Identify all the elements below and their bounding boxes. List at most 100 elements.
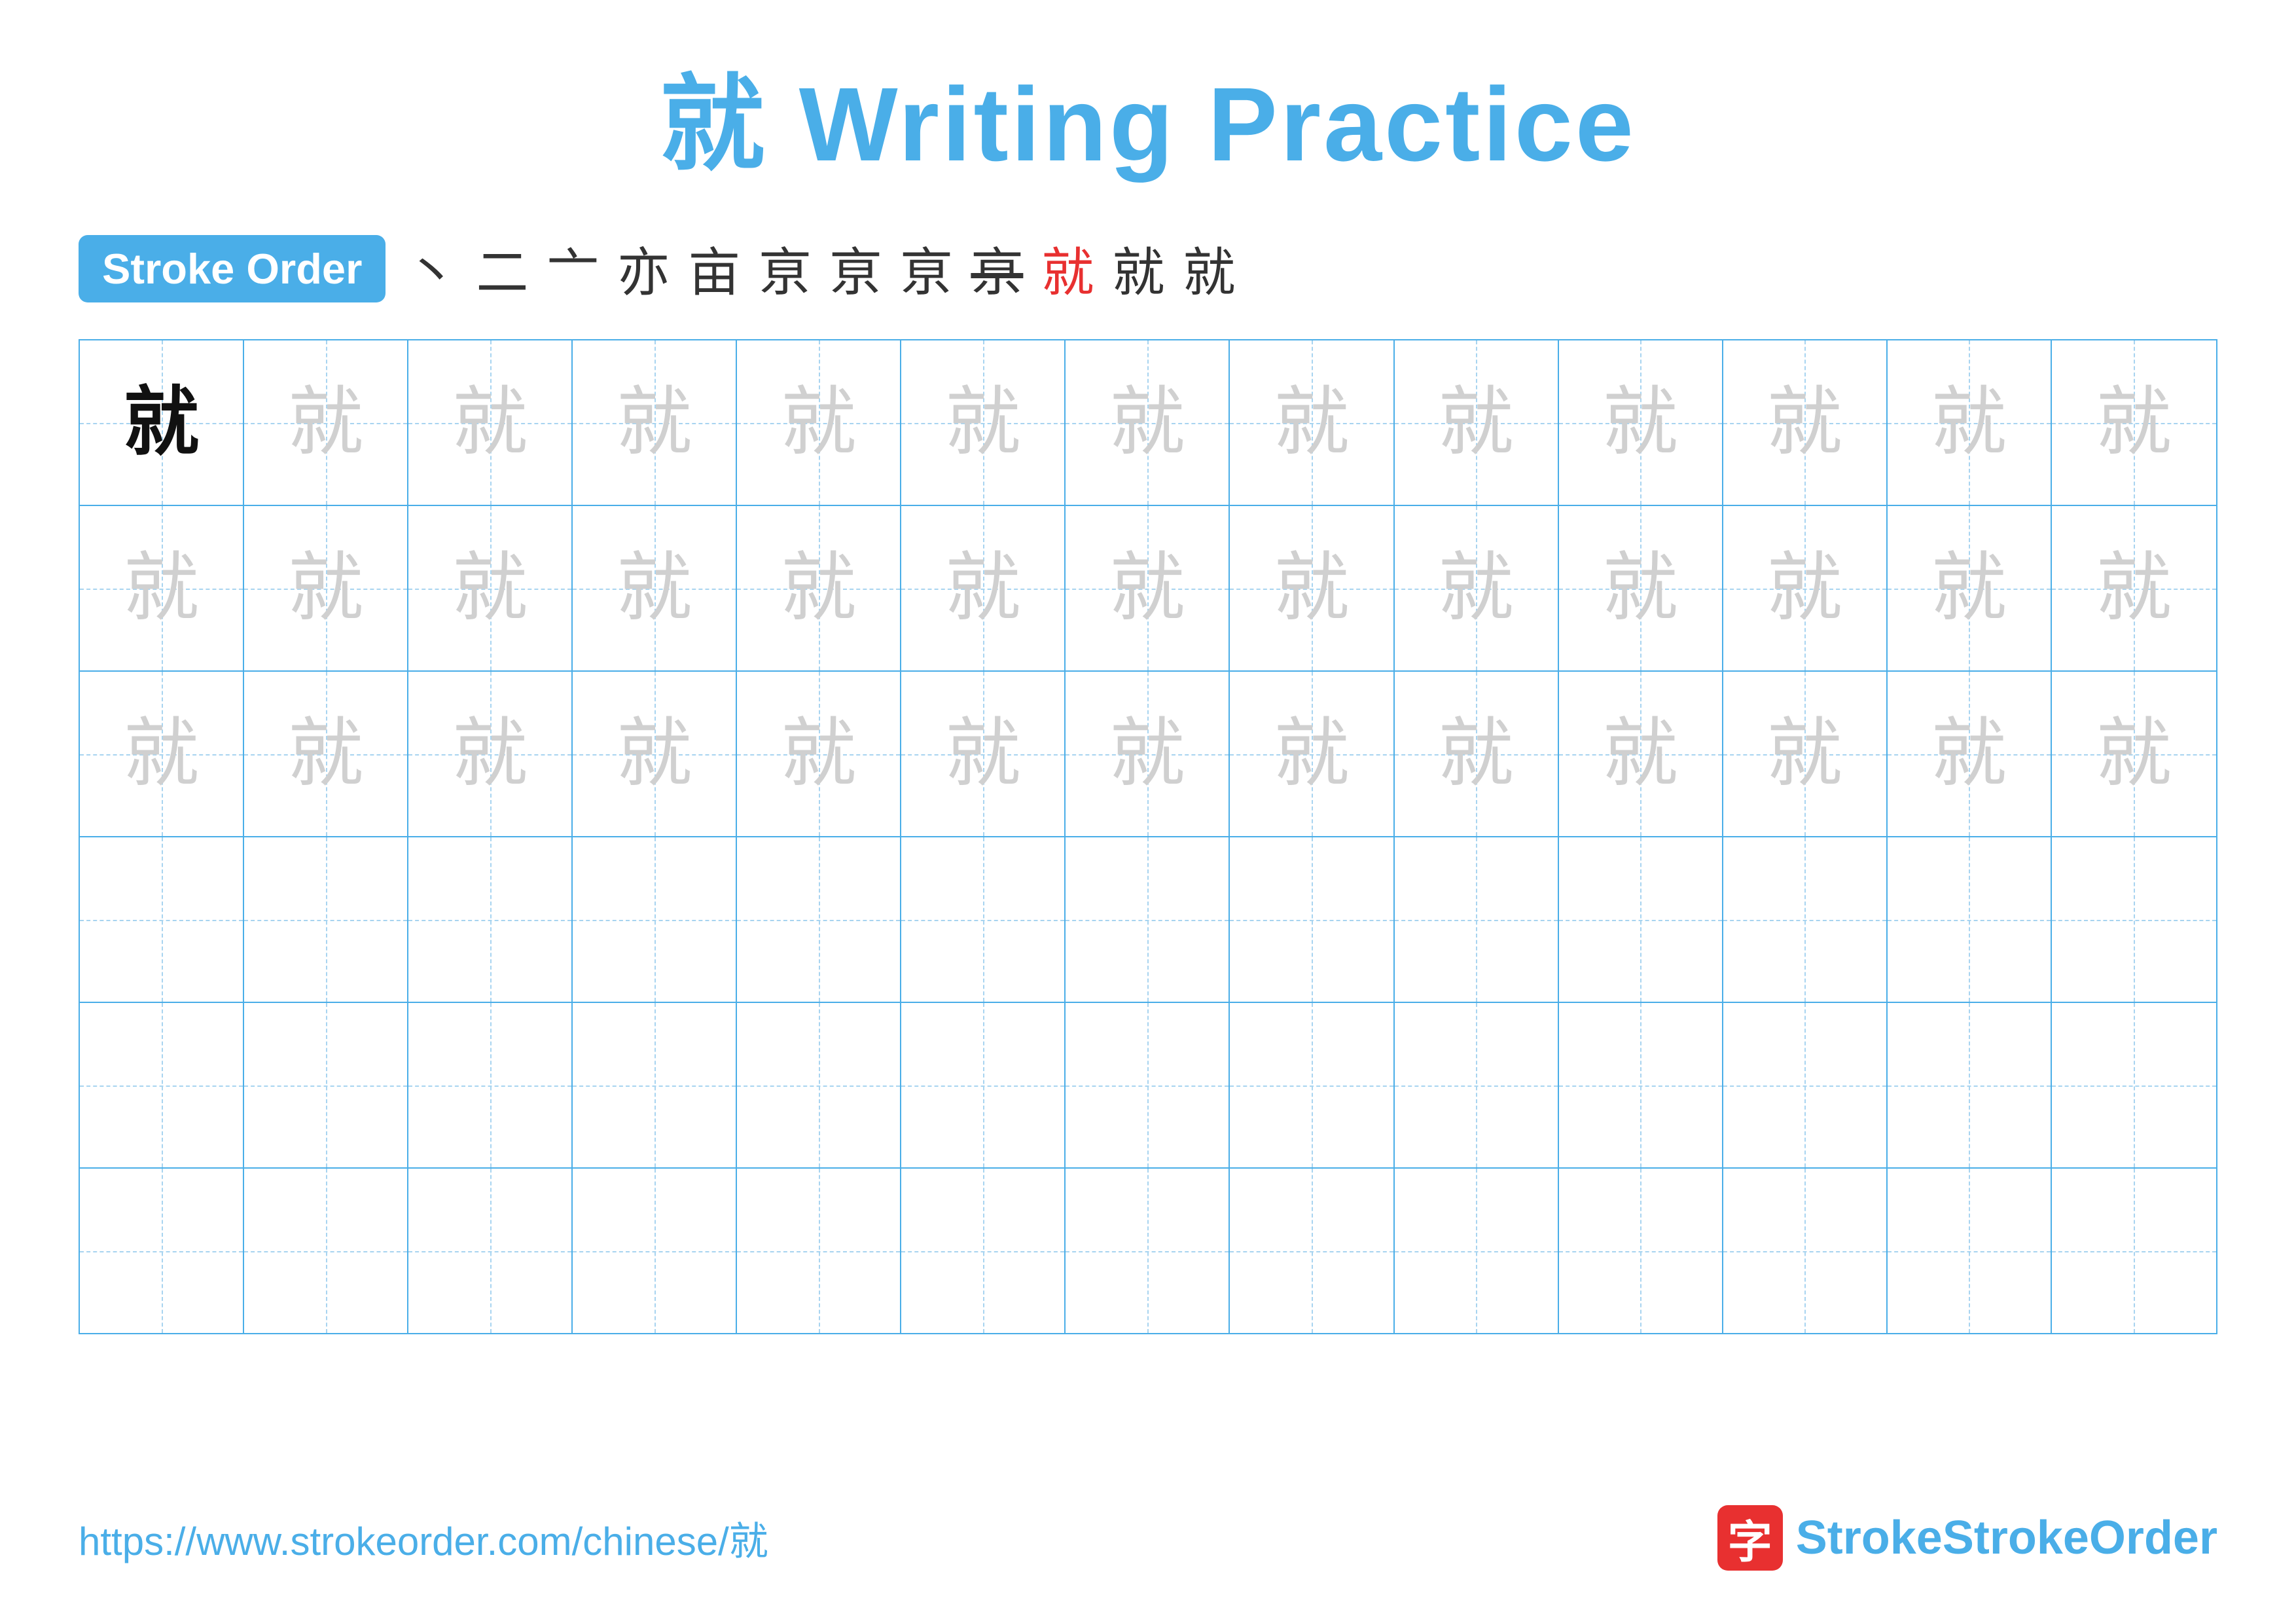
grid-cell-6-13[interactable] (2052, 1169, 2216, 1333)
footer-url[interactable]: https://www.strokeorder.com/chinese/就 (79, 1510, 768, 1567)
grid-cell-3-12[interactable]: 就 (1888, 672, 2052, 836)
stroke-10: 就 (1041, 230, 1094, 306)
strokeorder-logo-icon: 字 (1717, 1505, 1783, 1571)
grid-cell-3-5[interactable]: 就 (737, 672, 901, 836)
grid-cell-5-4[interactable] (573, 1003, 737, 1167)
grid-cell-2-1[interactable]: 就 (80, 506, 244, 670)
grid-cell-4-4[interactable] (573, 837, 737, 1002)
grid-cell-6-6[interactable] (901, 1169, 1066, 1333)
grid-cell-5-10[interactable] (1559, 1003, 1723, 1167)
grid-cell-4-12[interactable] (1888, 837, 2052, 1002)
footer: https://www.strokeorder.com/chinese/就 字 … (79, 1505, 2217, 1571)
grid-cell-4-6[interactable] (901, 837, 1066, 1002)
grid-cell-3-9[interactable]: 就 (1395, 672, 1559, 836)
grid-cell-6-12[interactable] (1888, 1169, 2052, 1333)
grid-cell-3-4[interactable]: 就 (573, 672, 737, 836)
grid-cell-3-6[interactable]: 就 (901, 672, 1066, 836)
grid-cell-5-2[interactable] (244, 1003, 408, 1167)
grid-cell-4-10[interactable] (1559, 837, 1723, 1002)
grid-row-3: 就 就 就 就 就 就 就 就 就 就 就 就 就 (80, 672, 2216, 837)
grid-cell-6-10[interactable] (1559, 1169, 1723, 1333)
grid-cell-5-7[interactable] (1066, 1003, 1230, 1167)
grid-cell-6-1[interactable] (80, 1169, 244, 1333)
grid-cell-6-8[interactable] (1230, 1169, 1394, 1333)
grid-cell-2-8[interactable]: 就 (1230, 506, 1394, 670)
grid-cell-2-5[interactable]: 就 (737, 506, 901, 670)
grid-cell-1-10[interactable]: 就 (1559, 340, 1723, 505)
grid-cell-4-3[interactable] (408, 837, 573, 1002)
grid-cell-6-5[interactable] (737, 1169, 901, 1333)
grid-cell-2-13[interactable]: 就 (2052, 506, 2216, 670)
grid-row-4 (80, 837, 2216, 1003)
grid-cell-2-7[interactable]: 就 (1066, 506, 1230, 670)
grid-row-2: 就 就 就 就 就 就 就 就 就 就 就 就 就 (80, 506, 2216, 672)
grid-cell-1-4[interactable]: 就 (573, 340, 737, 505)
grid-cell-1-11[interactable]: 就 (1723, 340, 1888, 505)
stroke-8: 亰 (900, 230, 952, 306)
grid-cell-2-6[interactable]: 就 (901, 506, 1066, 670)
grid-cell-1-1[interactable]: 就 (80, 340, 244, 505)
grid-cell-6-7[interactable] (1066, 1169, 1230, 1333)
grid-cell-5-13[interactable] (2052, 1003, 2216, 1167)
grid-cell-6-11[interactable] (1723, 1169, 1888, 1333)
grid-cell-1-12[interactable]: 就 (1888, 340, 2052, 505)
grid-cell-1-7[interactable]: 就 (1066, 340, 1230, 505)
grid-cell-4-1[interactable] (80, 837, 244, 1002)
stroke-3: 亠 (547, 230, 599, 306)
grid-cell-5-6[interactable] (901, 1003, 1066, 1167)
grid-cell-5-12[interactable] (1888, 1003, 2052, 1167)
grid-cell-3-13[interactable]: 就 (2052, 672, 2216, 836)
grid-cell-2-2[interactable]: 就 (244, 506, 408, 670)
grid-cell-6-3[interactable] (408, 1169, 573, 1333)
grid-cell-3-10[interactable]: 就 (1559, 672, 1723, 836)
stroke-12: 就 (1183, 230, 1235, 306)
grid-cell-5-8[interactable] (1230, 1003, 1394, 1167)
grid-cell-4-9[interactable] (1395, 837, 1559, 1002)
grid-cell-6-9[interactable] (1395, 1169, 1559, 1333)
grid-cell-5-3[interactable] (408, 1003, 573, 1167)
strokeorder-logo-text: StrokeStrokeOrder (1796, 1511, 2217, 1565)
stroke-order-badge: Stroke Order (79, 235, 386, 302)
grid-cell-1-9[interactable]: 就 (1395, 340, 1559, 505)
grid-cell-6-4[interactable] (573, 1169, 737, 1333)
stroke-1: 丶 (405, 230, 457, 306)
grid-cell-4-13[interactable] (2052, 837, 2216, 1002)
grid-cell-3-3[interactable]: 就 (408, 672, 573, 836)
grid-cell-2-9[interactable]: 就 (1395, 506, 1559, 670)
page-title: 就 Writing Practice (79, 39, 2217, 191)
grid-cell-1-5[interactable]: 就 (737, 340, 901, 505)
grid-cell-5-11[interactable] (1723, 1003, 1888, 1167)
stroke-4: 亦 (617, 230, 670, 306)
grid-cell-4-8[interactable] (1230, 837, 1394, 1002)
grid-cell-3-11[interactable]: 就 (1723, 672, 1888, 836)
grid-cell-4-5[interactable] (737, 837, 901, 1002)
grid-row-5 (80, 1003, 2216, 1169)
grid-cell-3-7[interactable]: 就 (1066, 672, 1230, 836)
grid-cell-4-11[interactable] (1723, 837, 1888, 1002)
grid-cell-1-6[interactable]: 就 (901, 340, 1066, 505)
grid-cell-2-4[interactable]: 就 (573, 506, 737, 670)
grid-cell-1-13[interactable]: 就 (2052, 340, 2216, 505)
grid-cell-2-11[interactable]: 就 (1723, 506, 1888, 670)
grid-cell-1-2[interactable]: 就 (244, 340, 408, 505)
grid-cell-1-3[interactable]: 就 (408, 340, 573, 505)
grid-cell-5-5[interactable] (737, 1003, 901, 1167)
stroke-7: 亰 (829, 230, 882, 306)
grid-cell-3-1[interactable]: 就 (80, 672, 244, 836)
stroke-11: 就 (1112, 230, 1164, 306)
grid-cell-6-2[interactable] (244, 1169, 408, 1333)
grid-row-1: 就 就 就 就 就 就 就 就 就 就 就 就 就 (80, 340, 2216, 506)
writing-grid: 就 就 就 就 就 就 就 就 就 就 就 就 就 就 就 就 就 就 就 就 … (79, 339, 2217, 1334)
grid-cell-1-8[interactable]: 就 (1230, 340, 1394, 505)
grid-cell-2-10[interactable]: 就 (1559, 506, 1723, 670)
grid-cell-3-2[interactable]: 就 (244, 672, 408, 836)
grid-cell-4-7[interactable] (1066, 837, 1230, 1002)
grid-cell-5-1[interactable] (80, 1003, 244, 1167)
stroke-6: 亰 (759, 230, 811, 306)
grid-cell-5-9[interactable] (1395, 1003, 1559, 1167)
grid-cell-3-8[interactable]: 就 (1230, 672, 1394, 836)
stroke-5: 亩 (688, 230, 740, 306)
grid-cell-2-12[interactable]: 就 (1888, 506, 2052, 670)
grid-cell-2-3[interactable]: 就 (408, 506, 573, 670)
grid-cell-4-2[interactable] (244, 837, 408, 1002)
